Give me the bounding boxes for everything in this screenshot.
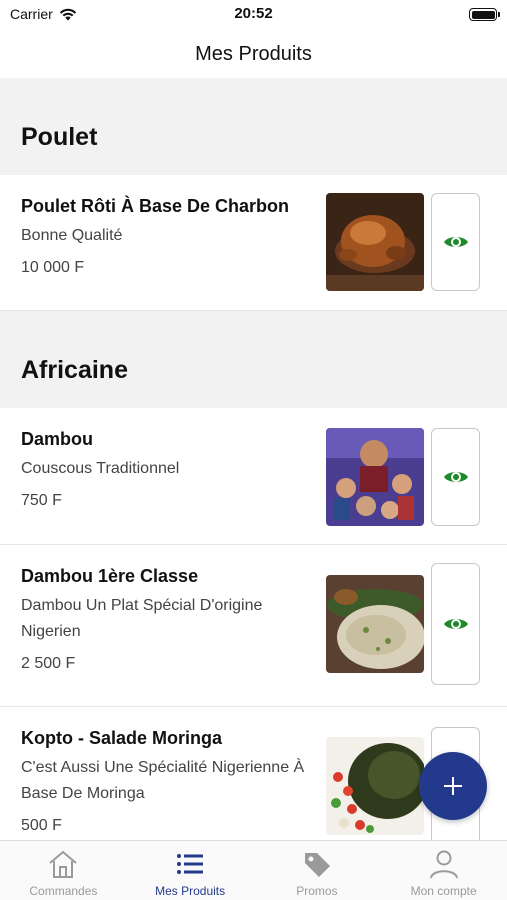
product-name: Dambou [21, 429, 93, 449]
view-product-button[interactable] [431, 428, 480, 526]
product-price: 10 000 F [21, 259, 85, 276]
eye-icon [443, 237, 468, 247]
product-list[interactable]: Poulet Poulet Rôti À Base De Charbon Bon… [0, 78, 507, 840]
section-title: Poulet [21, 123, 98, 151]
product-description: C'est Aussi Une Spécialité Nigerienne À … [21, 759, 305, 802]
section-header-poulet: Poulet [0, 78, 507, 175]
eye-icon [443, 619, 468, 629]
tab-mon-compte[interactable]: Mon compte [380, 841, 507, 900]
eye-icon [443, 472, 468, 482]
view-product-button[interactable] [431, 193, 480, 291]
tab-commandes[interactable]: Commandes [0, 841, 127, 900]
product-price: 500 F [21, 817, 62, 834]
product-description: Dambou Un Plat Spécial D'origine Nigerie… [21, 597, 263, 640]
product-row[interactable]: Dambou 1ère Classe Dambou Un Plat Spécia… [0, 545, 507, 707]
product-info: Poulet Rôti À Base De Charbon Bonne Qual… [21, 195, 321, 277]
product-name: Kopto - Salade Moringa [21, 728, 223, 748]
house-icon [49, 850, 78, 878]
product-image [326, 428, 424, 526]
status-bar: Carrier 20:52 [0, 0, 507, 30]
navigation-bar: Mes Produits [0, 30, 507, 78]
product-row[interactable]: Poulet Rôti À Base De Charbon Bonne Qual… [0, 175, 507, 311]
list-icon [177, 854, 204, 874]
product-row[interactable]: Dambou Couscous Traditionnel 750 F [0, 408, 507, 545]
product-info: Dambou Couscous Traditionnel 750 F [21, 428, 321, 510]
tab-bar: Commandes Mes Produits Promos Mon compte [0, 840, 507, 900]
product-name: Poulet Rôti À Base De Charbon [21, 196, 290, 216]
product-info: Dambou 1ère Classe Dambou Un Plat Spécia… [21, 565, 321, 673]
section-header-africaine: Africaine [0, 311, 507, 408]
product-description: Bonne Qualité [21, 227, 123, 244]
product-price: 2 500 F [21, 655, 76, 672]
product-image [326, 737, 424, 835]
status-time: 20:52 [234, 5, 273, 22]
product-info: Kopto - Salade Moringa C'est Aussi Une S… [21, 727, 321, 835]
tab-mes-produits[interactable]: Mes Produits [127, 841, 254, 900]
tab-label: Mes Produits [155, 884, 226, 898]
product-image [326, 575, 424, 673]
tag-icon [304, 853, 330, 877]
product-description: Couscous Traditionnel [21, 460, 180, 477]
plus-icon [444, 777, 462, 795]
section-title: Africaine [21, 356, 128, 384]
product-name: Dambou 1ère Classe [21, 566, 199, 586]
user-icon [429, 850, 458, 879]
tab-promos[interactable]: Promos [254, 841, 381, 900]
view-product-button[interactable] [431, 563, 480, 685]
product-price: 750 F [21, 492, 62, 509]
add-product-button[interactable] [419, 752, 487, 820]
tab-label: Mon compte [410, 884, 477, 898]
page-title: Mes Produits [195, 42, 312, 65]
tab-label: Commandes [29, 884, 98, 898]
battery-icon [469, 8, 500, 21]
tab-label: Promos [296, 884, 338, 898]
product-image [326, 193, 424, 291]
